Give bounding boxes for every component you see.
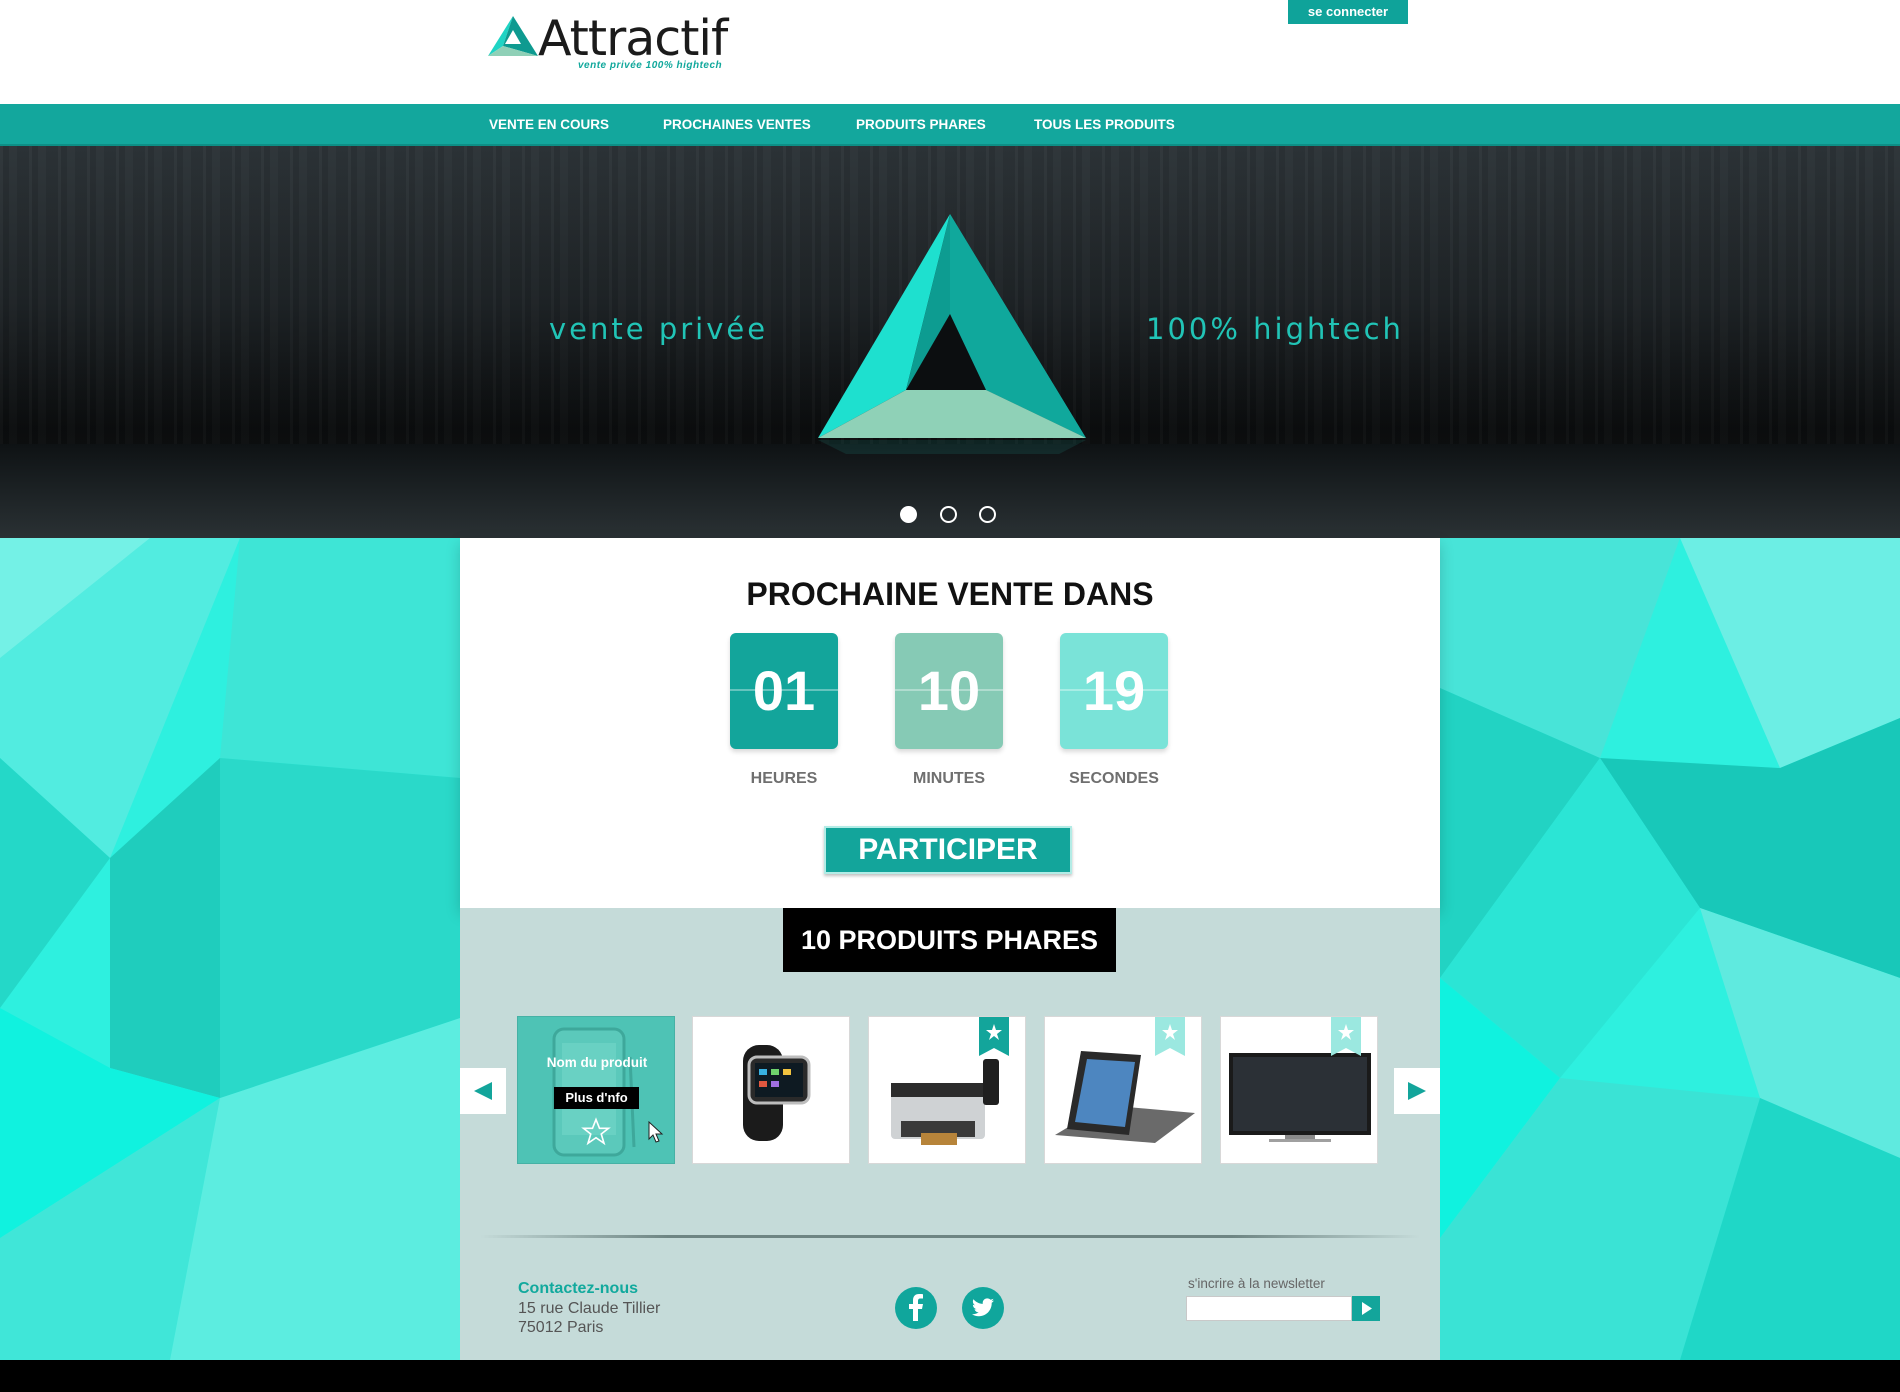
product-name: Nom du produit xyxy=(546,1055,648,1070)
countdown-minutes-tile: 10 xyxy=(895,633,1003,749)
participate-button[interactable]: PARTICIPER xyxy=(824,826,1072,874)
product-card-1[interactable]: Nom du produit Plus d'nfo xyxy=(517,1016,675,1164)
arrow-left-icon xyxy=(474,1082,492,1100)
nav-item-tous-les-produits[interactable]: TOUS LES PRODUITS xyxy=(1034,104,1175,146)
main-nav: VENTE EN COURS PROCHAINES VENTES PRODUIT… xyxy=(0,104,1900,146)
cursor-icon xyxy=(648,1121,664,1143)
carousel-prev-button[interactable] xyxy=(460,1068,506,1114)
address-line-1: 15 rue Claude Tillier xyxy=(518,1300,661,1317)
featured-products-section: 10 PRODUITS PHARES Nom du produit Plus d… xyxy=(460,908,1440,1360)
countdown-hours-tile: 01 xyxy=(730,633,838,749)
countdown-minutes-label: MINUTES xyxy=(913,770,985,787)
newsletter-label: s'incrire à la newsletter xyxy=(1188,1276,1325,1291)
twitter-button[interactable] xyxy=(962,1287,1004,1329)
page-bottom-bar xyxy=(0,1360,1900,1392)
countdown-hours-label: HEURES xyxy=(750,770,818,787)
nav-item-vente-en-cours[interactable]: VENTE EN COURS xyxy=(489,104,609,146)
logo-triangle-icon xyxy=(488,16,538,56)
site-logo[interactable]: Attractif vente privée 100% hightech xyxy=(488,10,728,74)
product-card-4[interactable] xyxy=(1044,1016,1202,1164)
play-arrow-icon xyxy=(1362,1302,1372,1315)
slider-pagination xyxy=(0,506,1900,526)
hero-text-left: vente privée xyxy=(549,312,769,346)
newsletter-submit-button[interactable] xyxy=(1352,1296,1380,1321)
newsletter-email-input[interactable] xyxy=(1186,1296,1352,1321)
more-info-button[interactable]: Plus d'nfo xyxy=(554,1087,639,1109)
slider-dot-1[interactable] xyxy=(900,506,917,523)
facebook-icon xyxy=(909,1294,923,1321)
featured-ribbon-star-icon xyxy=(979,1017,1009,1056)
logo-tagline: vente privée 100% hightech xyxy=(578,60,723,71)
featured-ribbon-star-icon xyxy=(1155,1017,1185,1056)
login-button[interactable]: se connecter xyxy=(1288,0,1408,24)
hero-text-right: 100% hightech xyxy=(1146,312,1404,346)
countdown-seconds-tile: 19 xyxy=(1060,633,1168,749)
contact-title: Contactez-nous xyxy=(518,1280,638,1297)
product-card-3[interactable] xyxy=(868,1016,1026,1164)
featured-ribbon-star-icon xyxy=(1331,1017,1361,1056)
facebook-button[interactable] xyxy=(895,1287,937,1329)
hero-slider: vente privée 100% hightech xyxy=(0,146,1900,538)
hero-triangle-logo-icon xyxy=(818,214,1086,454)
footer-divider xyxy=(480,1235,1420,1238)
carousel-next-button[interactable] xyxy=(1394,1068,1440,1114)
featured-products-title: 10 PRODUITS PHARES xyxy=(783,908,1116,972)
smartwatch-image xyxy=(743,1045,811,1141)
countdown-panel: PROCHAINE VENTE DANS 01 HEURES 10 MINUTE… xyxy=(460,538,1440,908)
countdown-title: PROCHAINE VENTE DANS xyxy=(746,576,1154,612)
star-outline-icon[interactable] xyxy=(581,1117,611,1147)
product-card-2[interactable] xyxy=(692,1016,850,1164)
arrow-right-icon xyxy=(1408,1082,1426,1100)
slider-dot-2[interactable] xyxy=(940,506,957,523)
countdown-seconds-label: SECONDES xyxy=(1069,770,1159,787)
nav-item-prochaines-ventes[interactable]: PROCHAINES VENTES xyxy=(663,104,811,146)
nav-item-produits-phares[interactable]: PRODUITS PHARES xyxy=(856,104,986,146)
address-line-2: 75012 Paris xyxy=(518,1319,604,1336)
twitter-icon xyxy=(972,1298,994,1317)
slider-dot-3[interactable] xyxy=(979,506,996,523)
product-card-5[interactable] xyxy=(1220,1016,1378,1164)
site-header: Attractif vente privée 100% hightech se … xyxy=(0,0,1900,104)
logo-wordmark: Attractif xyxy=(538,10,728,67)
